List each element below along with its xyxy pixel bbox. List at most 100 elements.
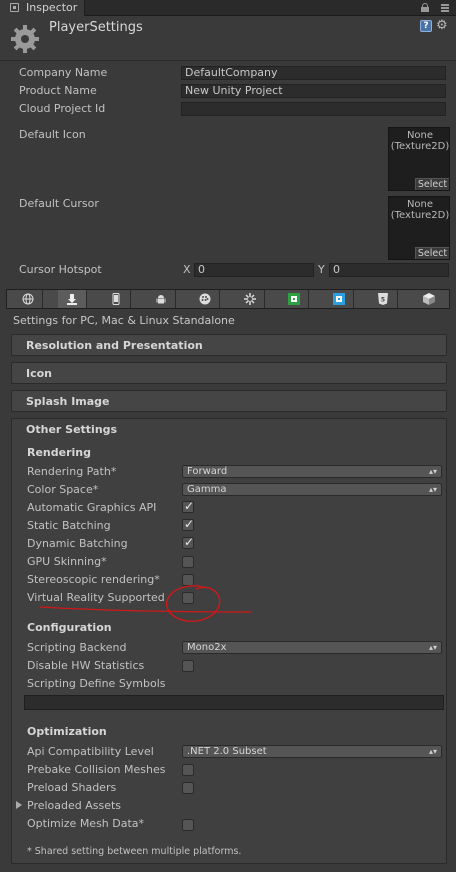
color-space-dropdown[interactable]: Gamma ▴▾ bbox=[182, 483, 442, 496]
rendering-heading: Rendering bbox=[27, 446, 91, 459]
dropdown-arrow-icon: ▴▾ bbox=[428, 485, 437, 494]
default-cursor-none: None bbox=[406, 199, 434, 210]
xbox-icon bbox=[288, 293, 300, 305]
inspector-icon bbox=[10, 3, 19, 12]
splash-image-label: Splash Image bbox=[26, 395, 110, 408]
product-name-label: Product Name bbox=[19, 84, 97, 97]
platform-tab-blackberry[interactable] bbox=[191, 290, 220, 308]
gpu-skinning-label: GPU Skinning* bbox=[27, 555, 107, 568]
platform-tab-windows-store[interactable] bbox=[325, 290, 354, 308]
dynamic-batching-label: Dynamic Batching bbox=[27, 537, 128, 550]
hotspot-x-field[interactable]: 0 bbox=[194, 263, 314, 277]
default-icon-none: None bbox=[406, 130, 434, 141]
platform-tab-ios[interactable] bbox=[102, 290, 131, 308]
blackberry-icon bbox=[199, 293, 211, 305]
optimize-mesh-checkbox[interactable] bbox=[182, 819, 194, 831]
android-icon bbox=[156, 295, 166, 304]
phone-icon bbox=[112, 293, 120, 305]
stereoscopic-rendering-label: Stereoscopic rendering* bbox=[27, 573, 160, 586]
cube-icon bbox=[422, 293, 435, 305]
settings-gear-icon[interactable]: ⚙ bbox=[436, 19, 450, 33]
inspector-tab-label: Inspector bbox=[26, 1, 78, 14]
resolution-presentation-label: Resolution and Presentation bbox=[26, 339, 203, 352]
help-icon[interactable]: ? bbox=[420, 20, 432, 32]
other-settings-header[interactable]: Other Settings bbox=[26, 423, 117, 436]
splash-image-foldout[interactable]: Splash Image bbox=[11, 390, 447, 412]
auto-graphics-api-checkbox[interactable]: ✓ bbox=[182, 499, 195, 513]
resolution-presentation-foldout[interactable]: Resolution and Presentation bbox=[11, 334, 447, 356]
platform-tab-web[interactable] bbox=[14, 290, 43, 308]
dynamic-batching-checkbox[interactable]: ✓ bbox=[182, 535, 195, 549]
disable-hw-statistics-checkbox[interactable] bbox=[182, 660, 194, 672]
default-icon-label: Default Icon bbox=[19, 128, 86, 141]
inspector-tabbar: Inspector bbox=[0, 0, 456, 16]
scripting-backend-label: Scripting Backend bbox=[27, 641, 127, 654]
component-title: PlayerSettings bbox=[49, 20, 143, 35]
platform-tab-xbox[interactable] bbox=[280, 290, 309, 308]
preloaded-assets-foldout[interactable]: Preloaded Assets bbox=[27, 799, 121, 812]
lock-icon[interactable] bbox=[421, 3, 429, 12]
company-name-label: Company Name bbox=[19, 66, 108, 79]
default-cursor-type: (Texture2D) bbox=[390, 210, 450, 221]
dropdown-arrow-icon: ▴▾ bbox=[428, 467, 437, 476]
api-compatibility-value: .NET 2.0 Subset bbox=[187, 746, 267, 757]
color-space-value: Gamma bbox=[187, 484, 227, 495]
rendering-path-label: Rendering Path* bbox=[27, 465, 117, 478]
icon-section-label: Icon bbox=[26, 367, 53, 380]
scripting-define-symbols-label: Scripting Define Symbols bbox=[27, 677, 166, 690]
vr-supported-label: Virtual Reality Supported bbox=[27, 591, 165, 604]
rendering-path-dropdown[interactable]: Forward ▴▾ bbox=[182, 465, 442, 478]
inspector-tab[interactable]: Inspector bbox=[0, 0, 85, 16]
optimize-mesh-label: Optimize Mesh Data* bbox=[27, 817, 145, 830]
stereoscopic-rendering-checkbox[interactable] bbox=[182, 574, 194, 586]
default-cursor-select-button[interactable]: Select bbox=[415, 247, 449, 259]
company-name-field[interactable]: DefaultCompany bbox=[181, 66, 446, 80]
rendering-path-value: Forward bbox=[187, 466, 228, 477]
color-space-label: Color Space* bbox=[27, 483, 99, 496]
inspector-header: PlayerSettings ? ⚙ bbox=[0, 17, 456, 61]
api-compatibility-dropdown[interactable]: .NET 2.0 Subset ▴▾ bbox=[182, 745, 442, 758]
api-compatibility-label: Api Compatibility Level bbox=[27, 745, 154, 758]
platform-tab-android[interactable] bbox=[147, 290, 176, 308]
default-icon-select-button[interactable]: Select bbox=[415, 178, 449, 190]
platform-tab-other[interactable] bbox=[414, 290, 443, 308]
expand-arrow-icon[interactable] bbox=[16, 801, 22, 809]
default-cursor-slot[interactable]: None (Texture2D) Select bbox=[388, 196, 450, 260]
shared-setting-footnote: * Shared setting between multiple platfo… bbox=[27, 846, 242, 857]
hotspot-y-field[interactable]: 0 bbox=[329, 263, 449, 277]
menu-icon[interactable] bbox=[438, 3, 450, 13]
gpu-skinning-checkbox[interactable] bbox=[182, 556, 194, 568]
optimization-heading: Optimization bbox=[27, 725, 107, 738]
hotspot-x-label: X bbox=[183, 263, 191, 276]
gear-icon bbox=[11, 25, 39, 53]
tizen-icon bbox=[244, 293, 256, 305]
default-icon-type: (Texture2D) bbox=[390, 141, 450, 152]
vr-supported-checkbox[interactable] bbox=[182, 592, 194, 604]
dropdown-arrow-icon: ▴▾ bbox=[428, 747, 437, 756]
prebake-collision-checkbox[interactable] bbox=[182, 764, 194, 776]
configuration-heading: Configuration bbox=[27, 621, 112, 634]
checkmark-icon: ✓ bbox=[184, 499, 195, 513]
scripting-define-symbols-field[interactable] bbox=[24, 695, 444, 710]
default-icon-slot[interactable]: None (Texture2D) Select bbox=[388, 127, 450, 191]
scripting-backend-dropdown[interactable]: Mono2x ▴▾ bbox=[182, 641, 442, 654]
auto-graphics-api-label: Automatic Graphics API bbox=[27, 501, 157, 514]
html5-icon: 5 bbox=[378, 293, 388, 305]
platform-settings-title: Settings for PC, Mac & Linux Standalone bbox=[13, 314, 235, 327]
static-batching-checkbox[interactable]: ✓ bbox=[182, 517, 194, 531]
globe-icon bbox=[22, 293, 34, 305]
checkmark-icon: ✓ bbox=[184, 535, 195, 549]
platform-tabbar: 5 bbox=[6, 289, 450, 309]
cursor-hotspot-label: Cursor Hotspot bbox=[19, 263, 102, 276]
static-batching-label: Static Batching bbox=[27, 519, 111, 532]
scripting-backend-value: Mono2x bbox=[187, 642, 227, 653]
platform-tab-webgl[interactable]: 5 bbox=[369, 290, 398, 308]
platform-tab-standalone[interactable] bbox=[58, 290, 87, 308]
icon-foldout[interactable]: Icon bbox=[11, 362, 447, 384]
platform-tab-tizen[interactable] bbox=[236, 290, 265, 308]
default-cursor-label: Default Cursor bbox=[19, 197, 99, 210]
product-name-field[interactable]: New Unity Project bbox=[181, 84, 446, 98]
download-icon bbox=[67, 294, 77, 305]
cloud-project-id-field[interactable] bbox=[181, 102, 446, 116]
preload-shaders-checkbox[interactable] bbox=[182, 782, 194, 794]
